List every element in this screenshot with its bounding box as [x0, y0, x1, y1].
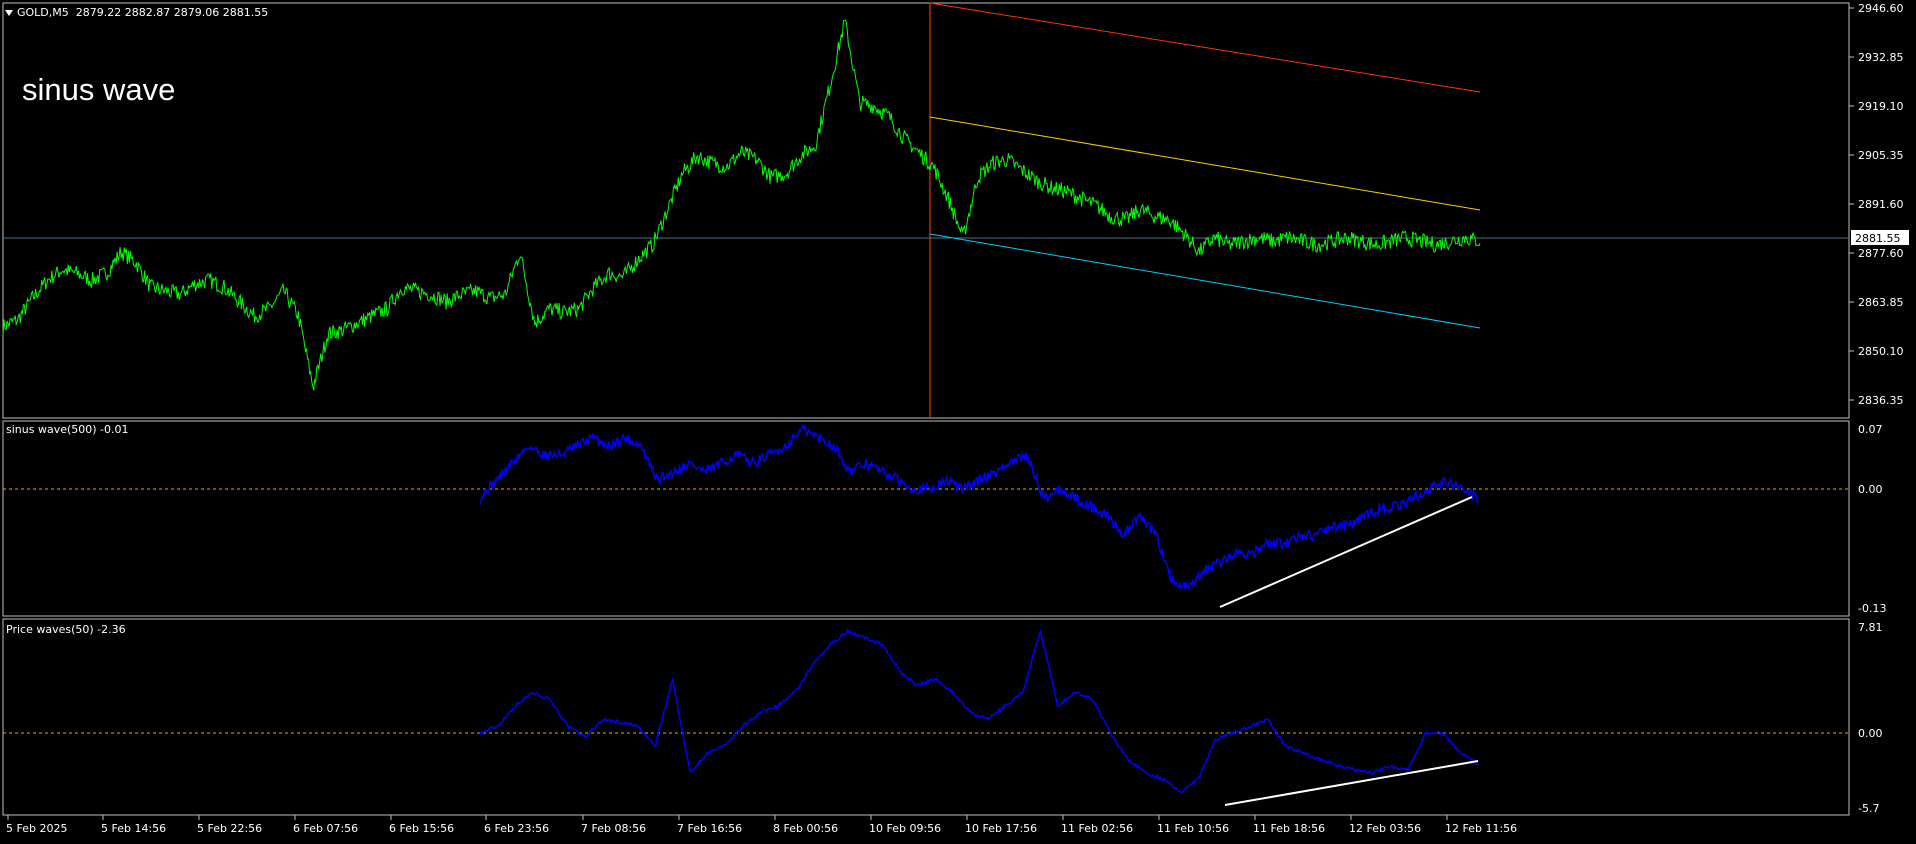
time-axis-label: 7 Feb 16:56: [677, 822, 742, 835]
time-axis-label: 5 Feb 22:56: [197, 822, 262, 835]
price-axis-label: 2863.85: [1858, 296, 1904, 309]
symbol-menu-icon[interactable]: [5, 10, 13, 16]
price-axis-label: 2877.60: [1858, 247, 1904, 260]
price-axis-label: 2836.35: [1858, 394, 1904, 407]
chart-overlay-text: sinus wave: [22, 72, 176, 107]
price-axis-label: 2891.60: [1858, 198, 1904, 211]
chart-background: [0, 0, 1916, 840]
symbol-header: GOLD,M5 2879.22 2882.87 2879.06 2881.55: [5, 6, 268, 19]
time-axis-label: 5 Feb 14:56: [101, 822, 166, 835]
time-axis-label: 12 Feb 11:56: [1445, 822, 1517, 835]
price-axis-label: 2946.60: [1858, 2, 1904, 15]
time-axis-label: 6 Feb 23:56: [484, 822, 549, 835]
time-axis-label: 10 Feb 17:56: [965, 822, 1037, 835]
ohlc-values: 2879.22 2882.87 2879.06 2881.55: [75, 6, 269, 19]
symbol-name: GOLD,M5: [17, 6, 69, 19]
sinus-axis-label: 0.00: [1858, 483, 1883, 496]
price-axis-label: 2850.10: [1858, 345, 1904, 358]
time-axis-label: 5 Feb 2025: [6, 822, 67, 835]
chart-window[interactable]: 2946.60 2932.85 2919.10 2905.35 2891.60 2877.…: [0, 0, 1916, 840]
time-axis-label: 6 Feb 07:56: [293, 822, 358, 835]
sinus-axis-label: 0.07: [1858, 423, 1883, 436]
price-waves-axis-label: 7.81: [1858, 621, 1883, 634]
time-axis-label: 12 Feb 03:56: [1349, 822, 1421, 835]
price-axis-label: 2905.35: [1858, 149, 1904, 162]
time-axis-label: 6 Feb 15:56: [389, 822, 454, 835]
time-axis-label: 10 Feb 09:56: [869, 822, 941, 835]
sinus-axis-label: -0.13: [1858, 602, 1886, 615]
price-axis-label: 2919.10: [1858, 100, 1904, 113]
price-waves-axis-label: -5.7: [1858, 802, 1879, 815]
price-axis-label: 2932.85: [1858, 51, 1904, 64]
current-price-label: 2881.55: [1855, 232, 1901, 245]
price-waves-axis-label: 0.00: [1858, 727, 1883, 740]
time-axis-label: 11 Feb 18:56: [1253, 822, 1325, 835]
time-axis-label: 11 Feb 10:56: [1157, 822, 1229, 835]
indicator-label-price-waves: Price waves(50) -2.36: [6, 623, 126, 636]
time-axis-label: 8 Feb 00:56: [773, 822, 838, 835]
time-axis-label: 11 Feb 02:56: [1061, 822, 1133, 835]
chart-canvas[interactable]: 2946.60 2932.85 2919.10 2905.35 2891.60 2877.…: [0, 0, 1916, 840]
indicator-label-sinus-wave: sinus wave(500) -0.01: [6, 423, 129, 436]
time-axis-label: 7 Feb 08:56: [581, 822, 646, 835]
